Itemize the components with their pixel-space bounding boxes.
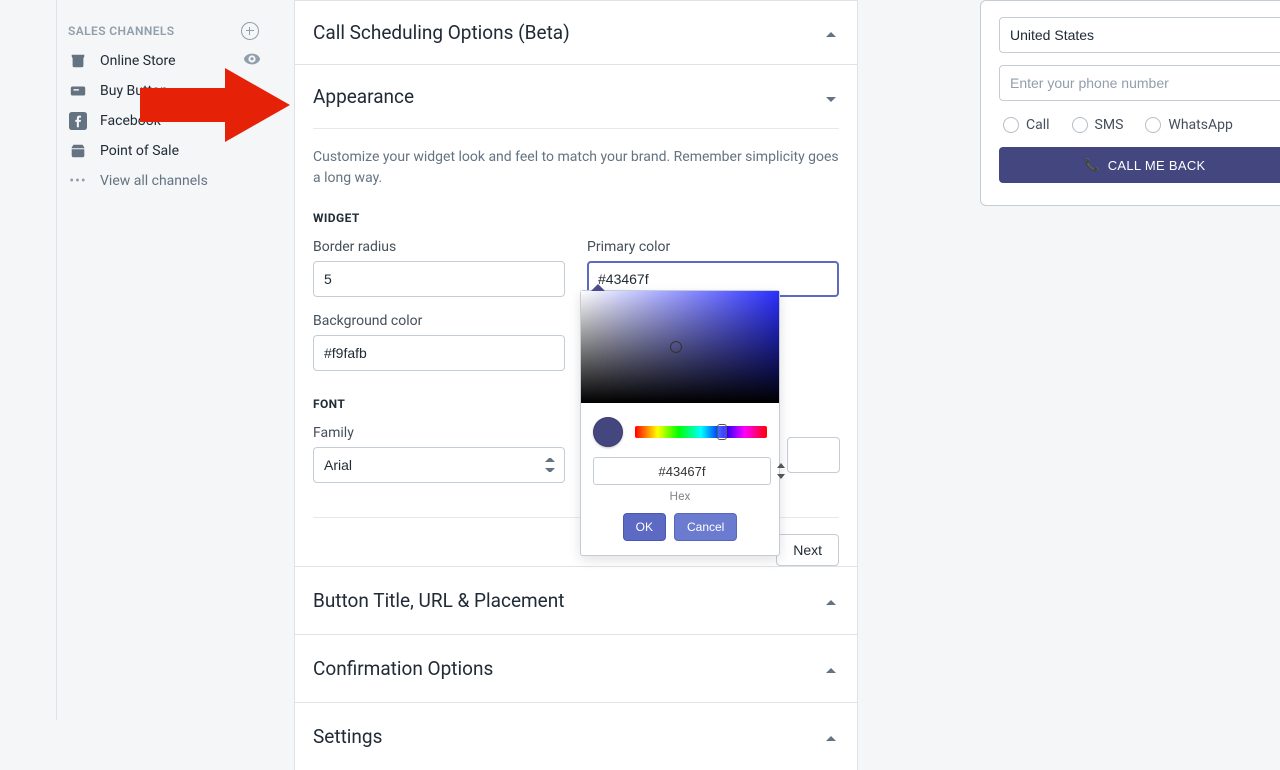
chevron-down-icon — [823, 89, 839, 105]
sidebar-item-label: Buy Button — [100, 83, 259, 99]
popover-pointer-icon — [591, 284, 605, 291]
appearance-help-text: Customize your widget look and feel to m… — [313, 147, 839, 189]
cta-label: CALL ME BACK — [1108, 158, 1206, 173]
section-title: Button Title, URL & Placement — [313, 589, 823, 612]
sidebar-item-online-store[interactable]: Online Store — [68, 46, 259, 76]
next-button[interactable]: Next — [776, 534, 839, 566]
sidebar-item-label: Point of Sale — [100, 143, 259, 159]
section-button-title[interactable]: Button Title, URL & Placement — [295, 567, 857, 634]
preview-radio-whatsapp[interactable]: WhatsApp — [1145, 117, 1232, 133]
preview-phone-input[interactable] — [999, 65, 1280, 101]
sidebar-item-label: View all channels — [100, 173, 259, 189]
section-title: Appearance — [313, 85, 823, 108]
radio-label: WhatsApp — [1168, 117, 1232, 133]
preview-radio-call[interactable]: Call — [1003, 117, 1050, 133]
add-channel-icon[interactable] — [241, 22, 259, 40]
sidebar-item-buy-button[interactable]: Buy Button — [68, 76, 259, 106]
sv-handle[interactable] — [670, 341, 682, 353]
color-picker-popover: Hex OK Cancel — [580, 290, 780, 556]
preview-cta-button[interactable]: 📞 CALL ME BACK — [999, 147, 1280, 183]
section-title: Confirmation Options — [313, 657, 823, 680]
section-settings[interactable]: Settings — [295, 703, 857, 770]
chevron-up-icon — [823, 729, 839, 745]
sidebar-item-point-of-sale[interactable]: Point of Sale — [68, 136, 259, 166]
chevron-up-icon — [823, 25, 839, 41]
sidebar-item-label: Facebook — [100, 113, 259, 129]
radio-label: SMS — [1095, 117, 1124, 133]
more-icon: ••• — [68, 171, 88, 191]
hue-slider[interactable] — [635, 426, 767, 438]
font-secondary-input[interactable] — [787, 437, 840, 473]
buy-button-icon — [68, 81, 88, 101]
phone-icon: 📞 — [1084, 158, 1099, 172]
primary-color-label: Primary color — [587, 239, 839, 255]
visibility-icon[interactable] — [243, 50, 263, 70]
border-radius-input[interactable] — [313, 261, 565, 297]
section-appearance[interactable]: Appearance — [295, 65, 857, 128]
color-picker-ok-button[interactable]: OK — [623, 513, 666, 541]
radio-icon — [1003, 117, 1019, 133]
widget-subheading: WIDGET — [313, 211, 839, 225]
hue-handle[interactable] — [717, 424, 727, 440]
background-color-label: Background color — [313, 313, 565, 329]
color-swatch — [593, 417, 623, 447]
chevron-up-icon — [823, 593, 839, 609]
widget-preview: Call SMS WhatsApp 📞 CALL ME BACK — [980, 0, 1280, 206]
pos-icon — [68, 141, 88, 161]
font-family-label: Family — [313, 425, 565, 441]
preview-radio-sms[interactable]: SMS — [1072, 117, 1124, 133]
online-store-icon — [68, 51, 88, 71]
preview-country-input[interactable] — [999, 17, 1280, 53]
sales-channels-heading: SALES CHANNELS — [68, 24, 175, 38]
hex-caption: Hex — [581, 485, 779, 513]
color-picker-cancel-button[interactable]: Cancel — [674, 513, 737, 541]
border-radius-label: Border radius — [313, 239, 565, 255]
font-family-select[interactable] — [313, 447, 565, 483]
hex-input[interactable] — [593, 457, 771, 485]
facebook-icon — [68, 111, 88, 131]
sidebar-item-label: Online Store — [100, 53, 259, 69]
sales-channels-sidebar: SALES CHANNELS Online Store Buy Button F… — [56, 0, 271, 196]
section-confirmation-options[interactable]: Confirmation Options — [295, 635, 857, 702]
radio-icon — [1145, 117, 1161, 133]
section-call-scheduling[interactable]: Call Scheduling Options (Beta) — [295, 1, 857, 64]
sidebar-item-facebook[interactable]: Facebook — [68, 106, 259, 136]
radio-label: Call — [1026, 117, 1050, 133]
section-title: Settings — [313, 725, 823, 748]
radio-icon — [1072, 117, 1088, 133]
background-color-input[interactable] — [313, 335, 565, 371]
section-title: Call Scheduling Options (Beta) — [313, 21, 823, 44]
color-picker-sv-panel[interactable] — [581, 291, 779, 403]
sidebar-view-all-channels[interactable]: ••• View all channels — [68, 166, 259, 196]
chevron-up-icon — [823, 661, 839, 677]
